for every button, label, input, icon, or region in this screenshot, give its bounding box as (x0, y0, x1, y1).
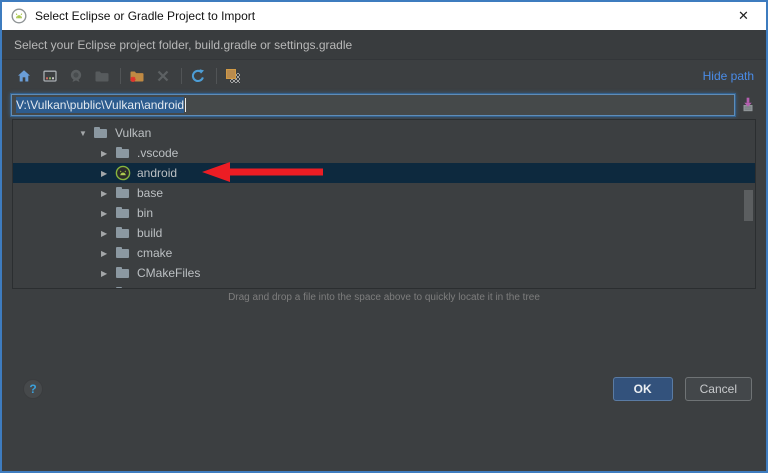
load-path-icon[interactable] (739, 96, 757, 114)
close-icon: ✕ (738, 8, 749, 24)
android-project-icon (115, 166, 131, 180)
tree-row-label: base (137, 186, 163, 200)
tree-row-build[interactable]: build (13, 223, 755, 243)
title-bar: Select Eclipse or Gradle Project to Impo… (2, 2, 766, 30)
desktop-icon[interactable] (40, 66, 60, 86)
path-input[interactable]: V:\Vulkan\public\Vulkan\android (11, 94, 735, 116)
new-folder-icon[interactable] (127, 66, 147, 86)
tree-row-label: android (137, 166, 177, 180)
chevron-right-icon[interactable] (101, 229, 115, 238)
folder-icon (115, 186, 131, 200)
subtitle-bar: Select your Eclipse project folder, buil… (2, 30, 766, 60)
tree-row-label: build (137, 226, 162, 240)
chevron-right-icon[interactable] (101, 209, 115, 218)
folder-icon (93, 126, 109, 140)
tree-row-label: CMakeFiles (137, 266, 200, 280)
tree-row-cmake[interactable]: cmake (13, 243, 755, 263)
folder-icon (115, 266, 131, 280)
refresh-icon[interactable] (188, 66, 208, 86)
dialog-title: Select Eclipse or Gradle Project to Impo… (35, 9, 255, 23)
chevron-right-icon[interactable] (101, 149, 115, 158)
home-icon[interactable] (14, 66, 34, 86)
hint-bar: Drag and drop a file into the space abov… (2, 289, 766, 306)
chevron-right-icon[interactable] (101, 269, 115, 278)
folder-icon (115, 146, 131, 160)
tree-row-cmakefiles[interactable]: CMakeFiles (13, 263, 755, 283)
tree-row-base[interactable]: base (13, 183, 755, 203)
drag-drop-hint: Drag and drop a file into the space abov… (228, 292, 540, 303)
red-arrow-annotation (202, 161, 324, 183)
chevron-right-icon[interactable] (101, 189, 115, 198)
project-directory-icon (66, 66, 86, 86)
tree-row-label: Vulkan (115, 126, 151, 140)
close-button[interactable]: ✕ (721, 2, 766, 30)
chevron-right-icon[interactable] (101, 169, 115, 178)
show-hidden-files-icon[interactable] (223, 66, 243, 86)
android-studio-icon (11, 8, 27, 24)
toolbar-separator (181, 68, 182, 84)
dialog-footer: ? OK Cancel (2, 306, 766, 471)
tree-row-data[interactable]: data (13, 283, 755, 289)
tree-row-android-selected[interactable]: android (13, 163, 755, 183)
import-project-dialog: Select Eclipse or Gradle Project to Impo… (0, 0, 768, 473)
folder-icon (115, 246, 131, 260)
file-tree: Vulkan .vscode android base (12, 119, 756, 289)
tree-row-bin[interactable]: bin (13, 203, 755, 223)
folder-icon (115, 286, 131, 289)
toolbar-separator (216, 68, 217, 84)
path-value: V:\Vulkan\public\Vulkan\android (16, 97, 184, 113)
tree-row-vscode[interactable]: .vscode (13, 143, 755, 163)
folder-icon (115, 206, 131, 220)
chevron-right-icon[interactable] (101, 249, 115, 258)
tree-row-vulkan[interactable]: Vulkan (13, 123, 755, 143)
toolbar-separator (120, 68, 121, 84)
ok-button[interactable]: OK (613, 377, 673, 401)
tree-row-label: .vscode (137, 146, 178, 160)
tree-row-label: bin (137, 206, 153, 220)
chevron-right-icon[interactable] (101, 289, 115, 290)
chevron-down-icon[interactable] (79, 129, 93, 138)
path-row: V:\Vulkan\public\Vulkan\android (2, 91, 766, 119)
question-mark-icon: ? (29, 382, 36, 396)
dialog-subtitle: Select your Eclipse project folder, buil… (14, 38, 352, 52)
module-directory-icon (92, 66, 112, 86)
hide-path-link[interactable]: Hide path (703, 69, 754, 83)
file-chooser-toolbar: Hide path (2, 60, 766, 91)
tree-row-label: cmake (137, 246, 172, 260)
cancel-button[interactable]: Cancel (685, 377, 752, 401)
help-button[interactable]: ? (23, 379, 43, 399)
folder-icon (115, 226, 131, 240)
text-caret (185, 98, 186, 112)
tree-row-label: data (137, 286, 160, 289)
vertical-scrollbar-thumb[interactable] (744, 190, 753, 221)
delete-icon (153, 66, 173, 86)
